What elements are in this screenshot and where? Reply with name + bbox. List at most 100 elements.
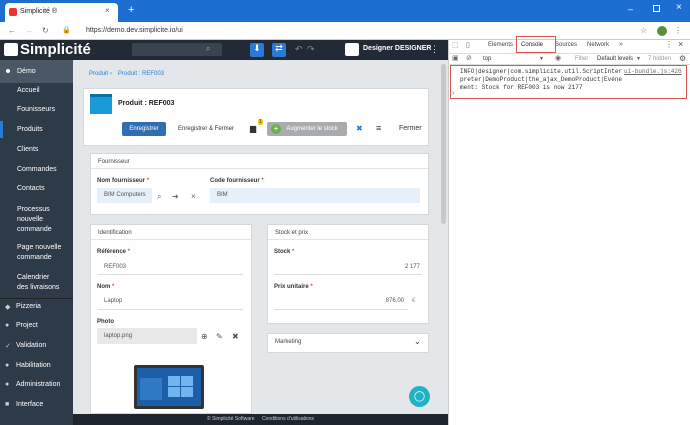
chat-button[interactable]: ◯ xyxy=(409,386,430,407)
price-label: Prix unitaire * xyxy=(274,284,313,290)
sidebar-item-clients[interactable]: Clients xyxy=(0,146,73,153)
user-avatar[interactable] xyxy=(345,43,359,56)
sidebar-module-administration[interactable]: Administration xyxy=(0,381,73,388)
price-value[interactable]: 876,00 xyxy=(366,298,404,304)
tab-elements[interactable]: Elements xyxy=(488,42,513,48)
close-button[interactable]: Fermer xyxy=(399,125,422,132)
tools-icon[interactable]: ✖ xyxy=(356,124,363,133)
levels-select[interactable]: Default levels xyxy=(597,56,633,62)
sidebar-item-page[interactable]: Page nouvelle commande xyxy=(0,243,62,263)
clear-console-icon[interactable]: ⊘ xyxy=(466,54,472,64)
increase-stock-button[interactable]: + Augmenter le stock xyxy=(267,122,347,136)
delete-icon[interactable]: ✖ xyxy=(232,332,239,341)
eye-icon[interactable]: ◉ xyxy=(555,54,561,64)
sidebar-item-calendrier[interactable]: Calendrier des livraisons xyxy=(0,273,62,293)
chevron-down-icon[interactable]: ⌄ xyxy=(414,337,421,346)
sidebar-item-contacts[interactable]: Contacts xyxy=(0,185,73,192)
stock-value[interactable]: 2 177 xyxy=(380,264,420,270)
stock-label: Stock * xyxy=(274,249,295,255)
reference-label: Référence * xyxy=(97,249,131,255)
sidebar-toggle-icon[interactable]: ▣ xyxy=(452,54,459,64)
sidebar-item-accueil[interactable]: Accueil xyxy=(0,87,73,94)
filter-input[interactable]: Filter xyxy=(575,56,588,62)
profile-avatar[interactable] xyxy=(657,26,667,36)
more-tabs-icon[interactable]: » xyxy=(619,41,623,48)
scrollbar[interactable] xyxy=(441,64,446,224)
console-prompt-icon[interactable]: › xyxy=(452,90,454,97)
form-header-card xyxy=(83,88,429,146)
download-icon[interactable]: ⊕ xyxy=(201,332,208,341)
app-menu-icon[interactable]: ⋮ xyxy=(430,44,439,55)
list-icon[interactable]: ≡ xyxy=(376,123,381,133)
devtools-menu-icon[interactable]: ⋮ xyxy=(665,40,673,49)
close-tab-icon[interactable]: × xyxy=(105,6,110,15)
menu-icon[interactable]: ⋮ xyxy=(674,26,682,36)
save-button[interactable]: Enregistrer xyxy=(122,122,166,136)
edit-icon[interactable]: ✎ xyxy=(216,332,223,341)
reference-value[interactable]: REF003 xyxy=(104,264,126,270)
sidebar-item-processus[interactable]: Processus nouvelle commande xyxy=(0,205,60,235)
sidebar-module-validation[interactable]: Validation xyxy=(0,342,73,349)
context-dropdown-icon[interactable]: ▼ xyxy=(539,56,544,62)
context-select[interactable]: top xyxy=(483,56,491,62)
marketing-panel[interactable]: Marketing xyxy=(267,333,429,353)
sidebar-module-interface[interactable]: Interface xyxy=(0,401,73,408)
photo-value: laptop.png xyxy=(104,333,133,339)
comment-icon[interactable]: ▆ xyxy=(250,124,256,133)
undo-icon[interactable]: ↶ xyxy=(295,44,303,55)
app-footer: © Simplicité Software Conditions d'utili… xyxy=(73,414,448,425)
transfer-icon[interactable]: ⇄ xyxy=(272,43,286,57)
tab-network[interactable]: Network xyxy=(587,42,609,48)
logo-icon xyxy=(4,43,18,56)
sidebar-module-habilitation[interactable]: Habilitation xyxy=(0,362,73,369)
close-window-icon[interactable]: × xyxy=(676,2,682,13)
breadcrumb-root[interactable]: Produit xyxy=(89,71,108,77)
delete-supplier-icon[interactable]: × xyxy=(191,192,196,201)
user-name[interactable]: Designer DESIGNER xyxy=(363,45,431,52)
increase-stock-label: Augmenter le stock xyxy=(286,126,338,132)
sidebar-module-project[interactable]: Project xyxy=(0,322,73,329)
supplier-panel: Fournisseur xyxy=(90,153,429,215)
devtools-close-icon[interactable]: × xyxy=(678,39,683,49)
sidebar-group-label: Démo xyxy=(17,68,36,75)
search-icon[interactable]: ⌕ xyxy=(206,44,210,54)
breadcrumb-current[interactable]: Produit : REF003 xyxy=(118,71,164,77)
sidebar-group-demo[interactable] xyxy=(0,60,73,83)
redo-icon[interactable]: ↷ xyxy=(307,44,315,55)
hidden-count: 7 hidden xyxy=(648,56,672,62)
pizza-icon: ◆ xyxy=(5,304,11,311)
supplier-code-field[interactable] xyxy=(210,188,420,203)
new-tab-icon[interactable]: + xyxy=(128,5,134,16)
reload-icon[interactable]: ↻ xyxy=(42,26,49,36)
tab-title: Simplicité ® xyxy=(20,8,58,15)
sidebar-module-pizzeria[interactable]: Pizzeria xyxy=(0,303,73,310)
browser-tab[interactable]: Simplicité ® × xyxy=(5,3,118,22)
sidebar-item-founisseurs[interactable]: Founisseurs xyxy=(0,106,73,113)
save-close-button[interactable]: Enregistrer & Fermer xyxy=(170,122,242,136)
sidebar-divider xyxy=(0,298,73,299)
goto-supplier-icon[interactable]: ➜ xyxy=(172,192,179,201)
sidebar-item-commandes[interactable]: Commandes xyxy=(0,166,73,173)
levels-dropdown-icon[interactable]: ▼ xyxy=(636,56,641,62)
forward-icon[interactable]: → xyxy=(25,26,33,36)
star-icon[interactable]: ☆ xyxy=(640,26,647,36)
footer-terms[interactable]: Conditions d'utilisations xyxy=(262,416,314,422)
sidebar-item-produits[interactable]: Produits xyxy=(0,126,73,133)
console-log-message[interactable]: INFO|designer|com.simplicite.util.Script… xyxy=(460,68,625,92)
maximize-icon[interactable] xyxy=(653,5,660,12)
inspect-icon[interactable]: ⬚ xyxy=(452,41,459,51)
device-icon[interactable]: ▯ xyxy=(466,41,470,51)
tab-sources[interactable]: Sources xyxy=(555,42,577,48)
name-value[interactable]: Laptop xyxy=(104,298,122,304)
supplier-name-label: Nom fournisseur * xyxy=(97,178,150,184)
search-supplier-icon[interactable]: ⌕ xyxy=(157,192,161,202)
console-log-source[interactable]: ui-bundle.js:426 xyxy=(624,68,682,75)
plus-circle-icon: + xyxy=(271,124,281,134)
settings-gear-icon[interactable]: ⚙ xyxy=(679,54,686,63)
download-app-icon[interactable]: ⬇ xyxy=(250,43,264,57)
back-icon[interactable]: ← xyxy=(8,26,16,36)
stock-panel-title: Stock et prix xyxy=(268,225,428,240)
minimize-icon[interactable]: – xyxy=(628,4,633,14)
stock-underline xyxy=(274,274,422,275)
app-logo-text: Simplicité xyxy=(20,41,91,58)
